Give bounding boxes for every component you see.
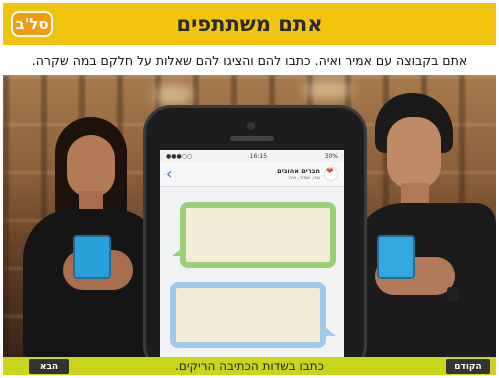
group-avatar [324, 167, 338, 181]
previous-button[interactable]: הקודם [446, 359, 490, 374]
phone-camera [247, 122, 255, 130]
logo: סל'ב [11, 11, 53, 37]
bubble-tail [172, 248, 182, 256]
instructions-text: אתם בקבוצה עם אמיר ואיה. כתבו להם והציגו… [31, 52, 468, 68]
message-input-green[interactable] [180, 202, 336, 268]
activity-frame: אתם משתתפים סל'ב אתם בקבוצה עם אמיר ואיה… [3, 3, 496, 375]
chat-header: ‹ חברים אהובים גוני, אמיר, איה [160, 162, 344, 187]
boy-face [387, 117, 441, 189]
status-bar: ●●●○○ 16:15 30% [160, 150, 344, 162]
footer-hint: כתבו בשדות הכתיבה הריקים. [175, 359, 324, 373]
large-phone: ●●●○○ 16:15 30% ‹ חברים אהובים גוני, אמי… [143, 105, 367, 357]
watch [447, 287, 459, 301]
girl-phone [73, 235, 111, 279]
light-spot [153, 85, 193, 105]
status-time: 16:15 [249, 152, 268, 160]
title-bar: אתם משתתפים סל'ב [3, 3, 496, 45]
phone-speaker [230, 136, 274, 141]
chat-name: חברים אהובים [277, 167, 320, 175]
phone-screen: ●●●○○ 16:15 30% ‹ חברים אהובים גוני, אמי… [160, 150, 344, 357]
light-spot [303, 81, 353, 99]
page-title: אתם משתתפים [176, 12, 323, 36]
chat-members: גוני, אמיר, איה [288, 175, 320, 181]
girl-face [67, 135, 115, 197]
message-input-blue[interactable] [170, 282, 326, 348]
next-button[interactable]: הבא [29, 359, 69, 374]
footer-bar: כתבו בשדות הכתיבה הריקים. [3, 357, 496, 375]
chat-title: חברים אהובים גוני, אמיר, איה [277, 167, 338, 181]
boy-phone [377, 235, 415, 279]
scene-image: ●●●○○ 16:15 30% ‹ חברים אהובים גוני, אמי… [3, 75, 496, 357]
chevron-left-icon[interactable]: ‹ [166, 166, 172, 182]
bubble-tail [326, 328, 336, 336]
instructions-bar: אתם בקבוצה עם אמיר ואיה. כתבו להם והציגו… [3, 45, 496, 75]
signal-icon: ●●●○○ [166, 152, 193, 160]
battery-indicator: 30% [324, 152, 338, 160]
